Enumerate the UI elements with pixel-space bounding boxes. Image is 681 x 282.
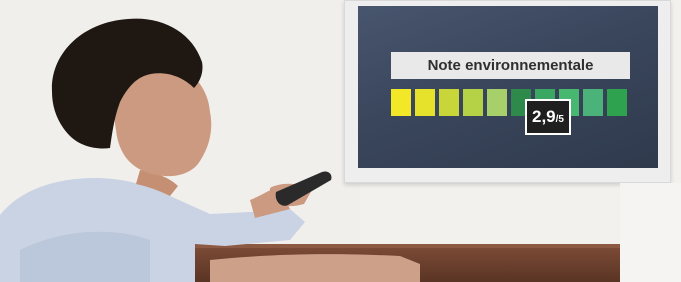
man-figure: [0, 18, 420, 282]
near-arm: [210, 254, 420, 282]
living-room-scene: Note environnementale 2,9/5: [0, 0, 681, 282]
